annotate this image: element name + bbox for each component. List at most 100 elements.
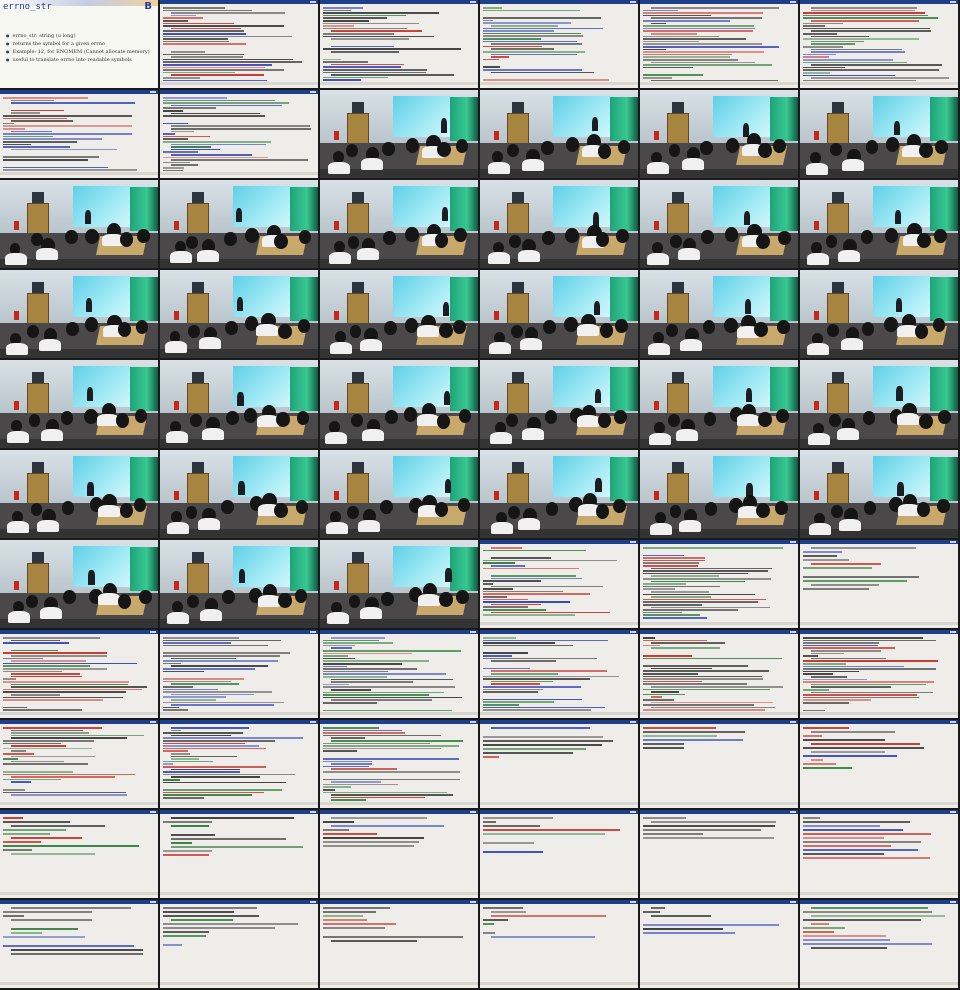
code-line — [491, 56, 510, 58]
audience-shirt — [362, 429, 385, 442]
code-line — [643, 554, 685, 557]
stage-light — [129, 277, 158, 322]
code-line — [811, 683, 927, 686]
code-line — [483, 744, 603, 746]
fire-extinguisher — [174, 401, 179, 411]
stage-light — [449, 97, 478, 142]
code-line — [483, 829, 621, 831]
terminal-titlebar — [160, 720, 318, 724]
window — [671, 372, 685, 383]
terminal-thumbnail — [320, 900, 478, 988]
code-line — [323, 48, 461, 50]
speaker — [594, 389, 601, 404]
code-line — [163, 850, 212, 852]
code-line — [323, 655, 349, 657]
code-line — [323, 76, 388, 79]
terminal-thumbnail — [0, 90, 158, 178]
code-line — [803, 17, 939, 19]
code-line — [803, 767, 852, 769]
lecture-room-thumbnail — [160, 360, 318, 448]
code-line — [171, 143, 267, 146]
code-line — [171, 704, 275, 706]
audience-head — [613, 499, 626, 514]
code-line — [163, 40, 229, 43]
terminal-titlebar — [480, 0, 638, 4]
code-line — [11, 148, 117, 151]
speaker — [441, 206, 449, 221]
code-line — [163, 763, 174, 765]
status-bar — [480, 892, 638, 895]
fire-extinguisher — [814, 401, 819, 411]
code-line — [171, 51, 206, 53]
code-line — [163, 107, 216, 109]
lecture-room-thumbnail — [800, 450, 958, 538]
audience-shirt — [37, 519, 60, 532]
code-line — [163, 7, 225, 9]
stage-light — [449, 547, 478, 592]
audience-head — [831, 505, 843, 519]
code-line — [163, 53, 244, 56]
code-line — [331, 768, 397, 770]
audience-shirt — [806, 253, 829, 265]
status-bar — [160, 802, 318, 805]
lecture-room-thumbnail — [640, 90, 798, 178]
code-line — [483, 9, 580, 12]
slide-thumbnail: errno_str B errno_str: string (u long) r… — [0, 0, 158, 88]
audience-head — [861, 321, 875, 336]
speaker — [445, 567, 452, 582]
audience-shirt — [165, 431, 188, 444]
terminal-titlebar — [320, 810, 478, 814]
code-line — [803, 939, 890, 941]
fire-extinguisher — [174, 221, 179, 231]
audience-head — [599, 322, 614, 338]
code-line — [163, 64, 272, 66]
lecture-room-thumbnail — [800, 90, 958, 178]
code-line — [323, 14, 406, 17]
audience-head — [437, 142, 451, 158]
audience-shirt — [517, 249, 540, 262]
speaker — [86, 386, 93, 401]
stage-light — [929, 97, 958, 142]
window — [831, 462, 845, 473]
stage-light — [769, 367, 798, 412]
code-line — [323, 919, 367, 921]
audience-head — [756, 233, 770, 249]
code-line — [3, 773, 135, 776]
audience-head — [403, 406, 418, 422]
code-line — [811, 650, 882, 652]
speaker — [235, 208, 243, 223]
code-line — [11, 655, 108, 657]
code-line — [11, 112, 40, 114]
code-line — [491, 936, 595, 938]
window — [191, 462, 205, 473]
audience-head — [544, 409, 558, 424]
code-line — [3, 642, 69, 644]
code-line — [323, 845, 414, 847]
audience-head — [117, 593, 132, 609]
code-line — [651, 580, 746, 583]
speaker — [592, 117, 599, 132]
code-line — [171, 128, 311, 130]
code-line — [643, 583, 687, 585]
code-line — [323, 709, 452, 712]
code-line — [323, 22, 419, 25]
code-line — [323, 783, 398, 786]
code-line — [163, 662, 182, 665]
stage-light — [129, 187, 158, 232]
code-line — [11, 99, 54, 102]
audience-shirt — [170, 251, 193, 264]
code-line — [811, 20, 920, 22]
code-line — [3, 637, 100, 639]
terminal-thumbnail — [0, 900, 158, 988]
fire-extinguisher — [494, 131, 499, 141]
code-line — [163, 25, 285, 27]
lecture-room-thumbnail — [0, 360, 158, 448]
code-line — [651, 33, 698, 35]
code-line — [331, 30, 422, 32]
audience-head — [221, 500, 234, 515]
code-line — [483, 35, 584, 37]
code-line — [483, 736, 604, 738]
audience-head — [595, 231, 610, 247]
audience-head — [938, 409, 951, 424]
stage-light — [289, 187, 318, 232]
